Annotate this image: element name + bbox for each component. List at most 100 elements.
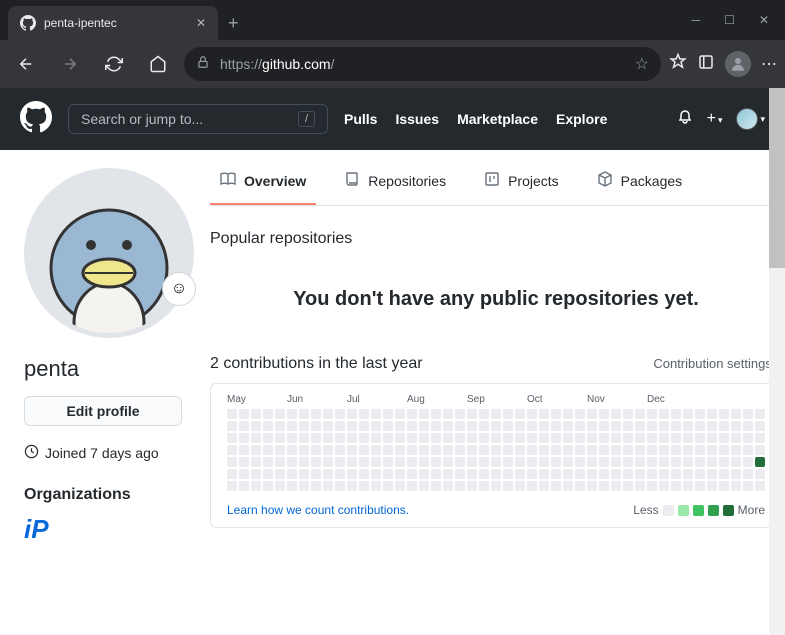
contrib-cell[interactable] (299, 433, 309, 443)
contrib-cell[interactable] (575, 421, 585, 431)
back-button[interactable] (8, 46, 44, 82)
contrib-cell[interactable] (467, 481, 477, 491)
contrib-cell[interactable] (575, 409, 585, 419)
contrib-cell[interactable] (371, 481, 381, 491)
contrib-cell[interactable] (527, 433, 537, 443)
minimize-button[interactable]: ─ (692, 13, 701, 27)
contrib-cell[interactable] (503, 445, 513, 455)
contrib-cell[interactable] (719, 481, 729, 491)
contrib-cell[interactable] (335, 433, 345, 443)
contrib-cell[interactable] (227, 433, 237, 443)
contrib-cell[interactable] (539, 469, 549, 479)
contrib-cell[interactable] (551, 445, 561, 455)
contrib-cell[interactable] (431, 457, 441, 467)
contrib-cell[interactable] (455, 445, 465, 455)
contrib-cell[interactable] (491, 445, 501, 455)
contrib-cell[interactable] (515, 409, 525, 419)
contrib-cell[interactable] (719, 445, 729, 455)
contrib-cell[interactable] (239, 481, 249, 491)
contrib-cell[interactable] (443, 457, 453, 467)
contrib-cell[interactable] (359, 445, 369, 455)
contrib-cell[interactable] (635, 457, 645, 467)
contrib-cell[interactable] (347, 421, 357, 431)
nav-explore[interactable]: Explore (556, 111, 607, 127)
contrib-cell[interactable] (323, 481, 333, 491)
contrib-cell[interactable] (479, 433, 489, 443)
contrib-cell[interactable] (251, 457, 261, 467)
contrib-cell[interactable] (647, 481, 657, 491)
contribution-settings-dropdown[interactable]: Contribution settings ▾ (653, 356, 782, 372)
contrib-cell[interactable] (323, 421, 333, 431)
contrib-cell[interactable] (359, 457, 369, 467)
contrib-cell[interactable] (539, 433, 549, 443)
contrib-cell[interactable] (503, 481, 513, 491)
contrib-cell[interactable] (359, 421, 369, 431)
contrib-cell[interactable] (419, 445, 429, 455)
contrib-cell[interactable] (707, 445, 717, 455)
contrib-cell[interactable] (359, 433, 369, 443)
contrib-cell[interactable] (419, 469, 429, 479)
contrib-cell[interactable] (335, 481, 345, 491)
contrib-cell[interactable] (263, 457, 273, 467)
contrib-cell[interactable] (671, 421, 681, 431)
contrib-cell[interactable] (407, 445, 417, 455)
contrib-cell[interactable] (455, 421, 465, 431)
contrib-cell[interactable] (431, 433, 441, 443)
contrib-cell[interactable] (239, 421, 249, 431)
contrib-cell[interactable] (263, 469, 273, 479)
contrib-cell[interactable] (623, 469, 633, 479)
contrib-cell[interactable] (695, 469, 705, 479)
contrib-cell[interactable] (299, 481, 309, 491)
contrib-cell[interactable] (707, 433, 717, 443)
contrib-cell[interactable] (635, 469, 645, 479)
contrib-cell[interactable] (287, 445, 297, 455)
contrib-cell[interactable] (599, 445, 609, 455)
contrib-cell[interactable] (491, 457, 501, 467)
contrib-cell[interactable] (707, 457, 717, 467)
contrib-cell[interactable] (743, 469, 753, 479)
contrib-cell[interactable] (263, 445, 273, 455)
contrib-cell[interactable] (539, 409, 549, 419)
contrib-cell[interactable] (731, 457, 741, 467)
contrib-cell[interactable] (371, 469, 381, 479)
contrib-cell[interactable] (395, 433, 405, 443)
contrib-cell[interactable] (239, 433, 249, 443)
contrib-cell[interactable] (527, 409, 537, 419)
contrib-cell[interactable] (623, 445, 633, 455)
contrib-cell[interactable] (695, 445, 705, 455)
contrib-cell[interactable] (647, 409, 657, 419)
contrib-cell[interactable] (299, 421, 309, 431)
contrib-cell[interactable] (743, 409, 753, 419)
contrib-cell[interactable] (683, 481, 693, 491)
contrib-cell[interactable] (731, 433, 741, 443)
contrib-cell[interactable] (671, 481, 681, 491)
contrib-cell[interactable] (431, 469, 441, 479)
contrib-cell[interactable] (395, 445, 405, 455)
tab-projects[interactable]: Projects (474, 158, 569, 205)
contrib-cell[interactable] (299, 445, 309, 455)
contrib-cell[interactable] (239, 457, 249, 467)
contrib-cell[interactable] (383, 409, 393, 419)
contrib-cell[interactable] (371, 421, 381, 431)
contrib-cell[interactable] (443, 469, 453, 479)
contrib-cell[interactable] (491, 469, 501, 479)
contrib-cell[interactable] (731, 409, 741, 419)
contrib-cell[interactable] (503, 469, 513, 479)
contrib-cell[interactable] (623, 481, 633, 491)
contrib-cell[interactable] (587, 421, 597, 431)
refresh-button[interactable] (96, 46, 132, 82)
contrib-cell[interactable] (455, 481, 465, 491)
contrib-cell[interactable] (347, 409, 357, 419)
contrib-cell[interactable] (263, 433, 273, 443)
contrib-cell[interactable] (563, 409, 573, 419)
contrib-cell[interactable] (659, 457, 669, 467)
contrib-cell[interactable] (611, 445, 621, 455)
contrib-cell[interactable] (539, 445, 549, 455)
contrib-cell[interactable] (395, 421, 405, 431)
forward-button[interactable] (52, 46, 88, 82)
profile-avatar[interactable]: ☺ (24, 168, 194, 338)
contrib-cell[interactable] (671, 433, 681, 443)
contrib-cell[interactable] (539, 457, 549, 467)
contrib-cell[interactable] (635, 433, 645, 443)
contrib-cell[interactable] (611, 469, 621, 479)
